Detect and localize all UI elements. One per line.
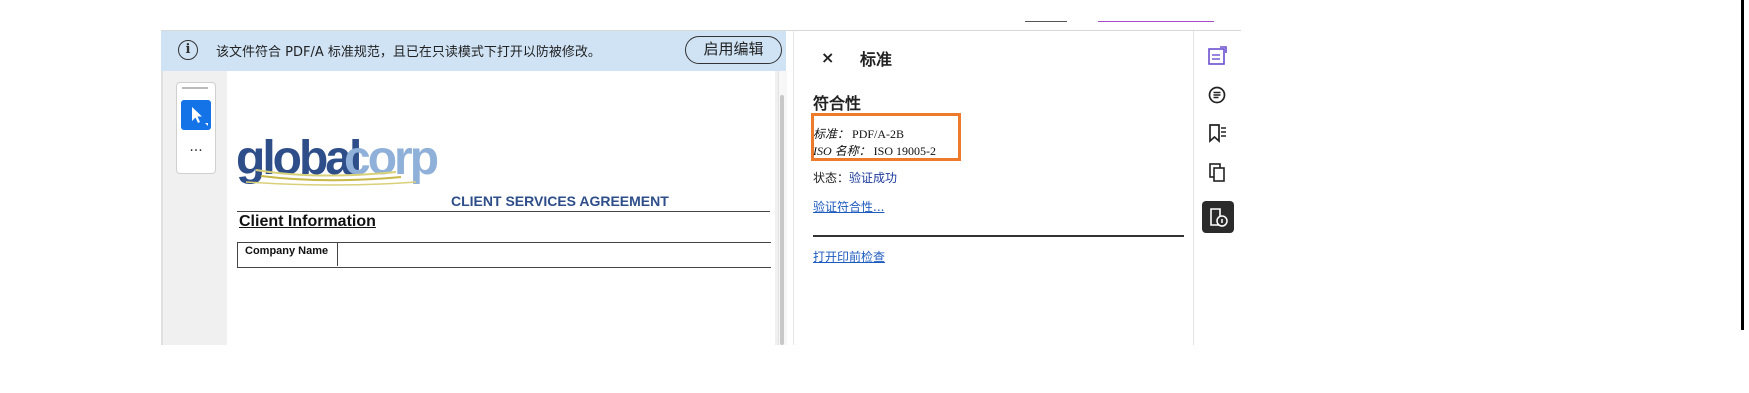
logo-text-global: global <box>236 132 359 185</box>
bookmark-icon[interactable] <box>1202 118 1232 148</box>
right-tool-rail <box>1193 31 1242 345</box>
top-toolbar-accent-line <box>1098 21 1214 22</box>
standards-panel <box>793 31 1194 345</box>
agreement-title: CLIENT SERVICES AGREEMENT <box>451 193 669 209</box>
verify-conformance-link[interactable]: 验证符合性... <box>813 198 884 215</box>
info-icon: i <box>178 40 198 60</box>
standard-value: PDF/A-2B <box>852 127 905 141</box>
status-row: 状态：验证成功 <box>813 169 897 186</box>
standard-label: 标准： <box>813 127 850 141</box>
top-toolbar-line <box>1025 21 1067 22</box>
company-name-header-cell: Company Name <box>237 242 338 266</box>
comment-icon[interactable] <box>1202 80 1232 110</box>
window-edge <box>1741 0 1744 330</box>
standards-icon <box>1210 208 1228 227</box>
scrollbar-thumb[interactable] <box>780 95 784 345</box>
status-label: 状态： <box>813 171 850 185</box>
enable-edit-button[interactable]: 启用编辑 <box>685 36 782 64</box>
pages-icon[interactable] <box>1202 157 1232 187</box>
standard-row: 标准： PDF/A-2B <box>813 125 904 142</box>
info-message: 该文件符合 PDF/A 标准规范，且已在只读模式下打开以防被修改。 <box>216 45 601 60</box>
close-panel-button[interactable]: × <box>821 48 834 67</box>
conformance-heading: 符合性 <box>813 94 862 113</box>
tools-drag-handle[interactable] <box>182 87 208 89</box>
cursor-arrow-icon <box>192 107 208 126</box>
panel-divider <box>813 235 1184 237</box>
select-tool-button[interactable] <box>181 100 211 130</box>
globalcorp-logo: global corp <box>236 132 451 196</box>
status-value: 验证成功 <box>849 171 898 185</box>
iso-name-row: ISO 名称： ISO 19005-2 <box>813 142 936 159</box>
header-rule <box>237 211 770 212</box>
iso-name-label: ISO 名称： <box>813 144 871 158</box>
document-left-border <box>161 71 163 345</box>
open-preflight-link[interactable]: 打开印前检查 <box>813 248 885 265</box>
more-tools-button[interactable]: ... <box>184 140 208 154</box>
client-information-heading: Client Information <box>239 213 376 230</box>
iso-name-value: ISO 19005-2 <box>873 144 937 158</box>
standards-tool-button[interactable] <box>1202 201 1234 233</box>
edit-pdf-icon[interactable] <box>1202 41 1232 71</box>
panel-title: 标准 <box>860 50 893 69</box>
